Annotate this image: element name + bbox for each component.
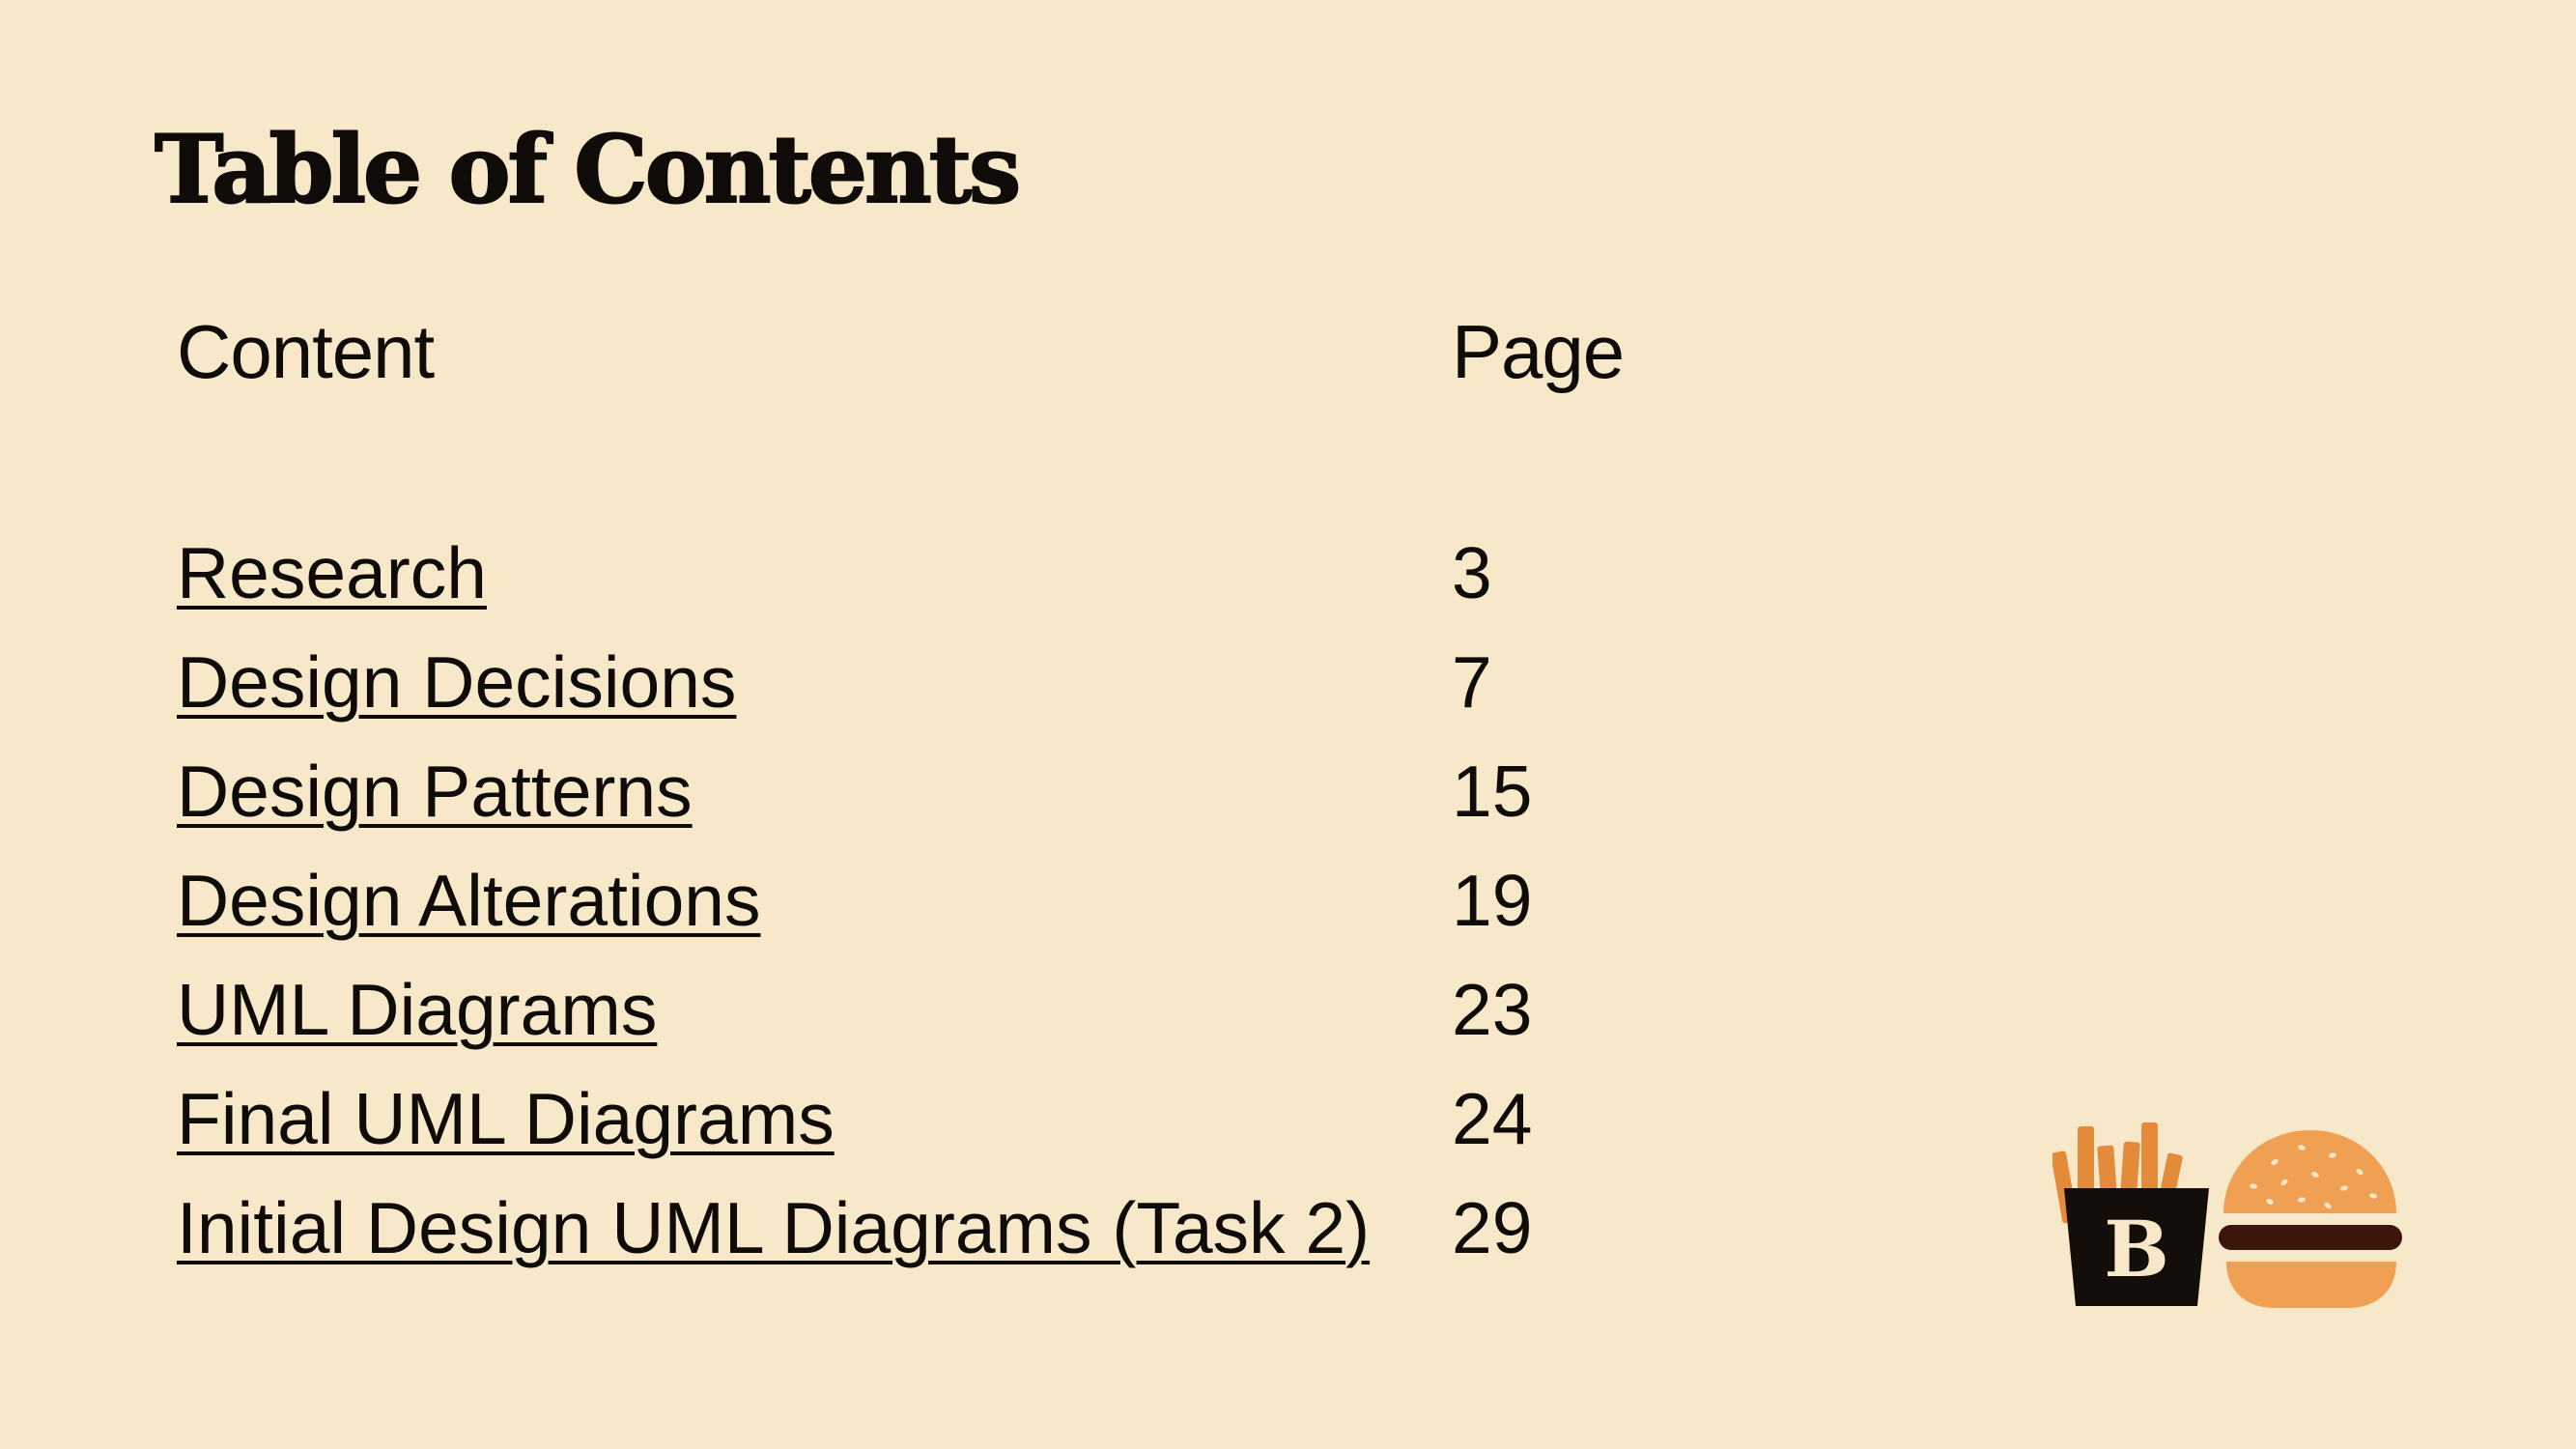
toc-row: Design Patterns 15 bbox=[0, 748, 2576, 857]
toc-link-final-uml-diagrams[interactable]: Final UML Diagrams bbox=[177, 1075, 835, 1162]
toc-row: Design Decisions 7 bbox=[0, 639, 2576, 748]
burger-icon bbox=[2219, 1130, 2402, 1308]
toc-row: Design Alterations 19 bbox=[0, 857, 2576, 966]
toc-link-uml-diagrams[interactable]: UML Diagrams bbox=[177, 966, 657, 1053]
fries-burger-logo-icon: B bbox=[2052, 1122, 2402, 1308]
toc-page-number: 15 bbox=[1452, 751, 1533, 832]
toc-row: Research 3 bbox=[0, 529, 2576, 639]
fries-icon: B bbox=[2052, 1122, 2209, 1306]
toc-slide: Table of Contents Content Page Research … bbox=[0, 0, 2576, 1449]
toc-page-number: 3 bbox=[1452, 532, 1492, 613]
page-title: Table of Contents bbox=[154, 115, 1022, 224]
toc-page-number: 7 bbox=[1452, 641, 1492, 723]
toc-link-research[interactable]: Research bbox=[177, 529, 487, 616]
toc-link-design-alterations[interactable]: Design Alterations bbox=[177, 857, 761, 944]
toc-link-design-patterns[interactable]: Design Patterns bbox=[177, 748, 693, 835]
toc-page-number: 24 bbox=[1452, 1078, 1533, 1159]
toc-row: UML Diagrams 23 bbox=[0, 966, 2576, 1075]
toc-page-number: 19 bbox=[1452, 860, 1533, 941]
page-column-header: Page bbox=[1452, 309, 1625, 394]
logo-letter: B bbox=[2104, 1204, 2169, 1294]
toc-page-number: 23 bbox=[1452, 969, 1533, 1050]
toc-link-design-decisions[interactable]: Design Decisions bbox=[177, 639, 736, 725]
content-column-header: Content bbox=[177, 309, 435, 394]
toc-link-initial-design-uml-diagrams[interactable]: Initial Design UML Diagrams (Task 2) bbox=[177, 1184, 1370, 1271]
toc-page-number: 29 bbox=[1452, 1187, 1533, 1268]
